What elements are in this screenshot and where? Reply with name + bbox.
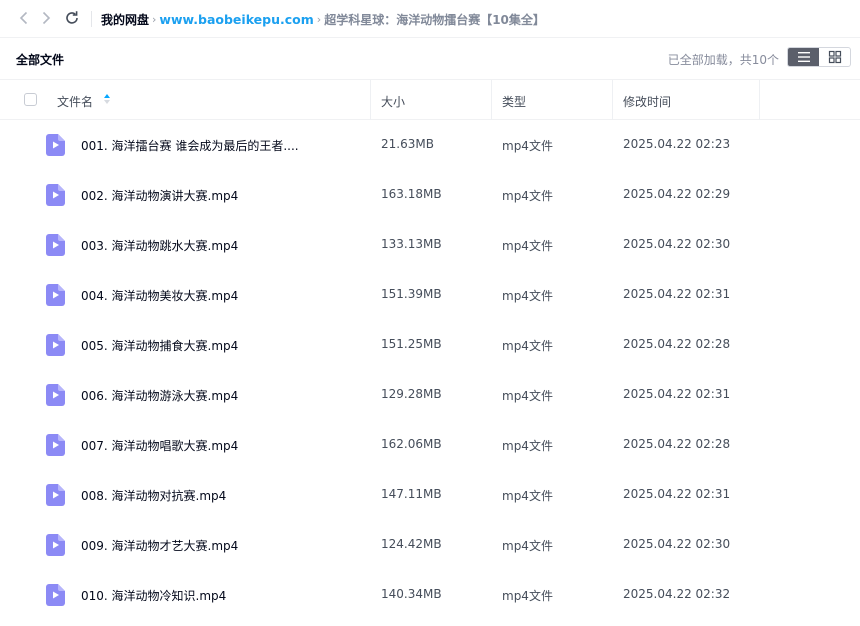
table-row[interactable]: 004. 海洋动物美妆大赛.mp4 151.39MB mp4文件 2025.04.22… [0, 270, 860, 320]
file-name[interactable]: 007. 海洋动物唱歌大赛.mp4 [81, 437, 238, 454]
file-modified: 2025.04.22 02:30 [623, 537, 731, 551]
file-type: mp4文件 [502, 539, 553, 553]
file-modified: 2025.04.22 02:28 [623, 437, 731, 451]
video-file-icon [46, 234, 65, 256]
video-file-icon [46, 534, 65, 556]
breadcrumb-watermark: www.baobeikepu.com [159, 11, 314, 27]
file-modified: 2025.04.22 02:23 [623, 137, 731, 151]
table-row[interactable]: 007. 海洋动物唱歌大赛.mp4 162.06MB mp4文件 2025.04.22… [0, 420, 860, 470]
file-modified: 2025.04.22 02:28 [623, 337, 731, 351]
file-name[interactable]: 003. 海洋动物跳水大赛.mp4 [81, 237, 238, 254]
grid-view-icon [828, 50, 841, 64]
file-name[interactable]: 005. 海洋动物捕食大赛.mp4 [81, 337, 238, 354]
back-button[interactable] [14, 8, 34, 28]
forward-button[interactable] [36, 8, 56, 28]
file-modified: 2025.04.22 02:29 [623, 187, 731, 201]
file-type: mp4文件 [502, 139, 553, 153]
video-file-icon [46, 334, 65, 356]
table-row[interactable]: 001. 海洋擂台赛 谁会成为最后的王者.... 21.63MB mp4文件 2025… [0, 120, 860, 170]
file-name[interactable]: 009. 海洋动物才艺大赛.mp4 [81, 537, 238, 554]
file-size: 151.39MB [381, 287, 442, 301]
video-file-icon [46, 384, 65, 406]
breadcrumb-current: 超学科星球：海洋动物擂台赛【10集全】 [324, 12, 545, 27]
file-type: mp4文件 [502, 189, 553, 203]
file-size: 140.34MB [381, 587, 442, 601]
sort-asc-icon[interactable] [104, 93, 110, 105]
refresh-icon [66, 11, 78, 24]
table-row[interactable]: 010. 海洋动物冷知识.mp4 140.34MB mp4文件 2025.04.22 … [0, 570, 860, 620]
list-view-button[interactable] [788, 48, 819, 66]
file-toolbar: 全部文件 已全部加载，共10个 [0, 38, 860, 78]
list-view-icon [797, 52, 810, 62]
header-size[interactable]: 大小 [381, 93, 405, 110]
chevron-left-icon [19, 11, 28, 25]
page-title: 全部文件 [16, 53, 65, 67]
video-file-icon [46, 434, 65, 456]
file-name[interactable]: 004. 海洋动物美妆大赛.mp4 [81, 287, 238, 304]
file-type: mp4文件 [502, 589, 553, 603]
refresh-button[interactable] [62, 8, 82, 28]
top-bar: 我的网盘 › www.baobeikepu.com › 超学科星球：海洋动物擂台… [0, 0, 860, 38]
file-size: 124.42MB [381, 537, 442, 551]
table-row[interactable]: 005. 海洋动物捕食大赛.mp4 151.25MB mp4文件 2025.04.22… [0, 320, 860, 370]
table-row[interactable]: 002. 海洋动物演讲大赛.mp4 163.18MB mp4文件 2025.04.22… [0, 170, 860, 220]
header-name[interactable]: 文件名 [57, 93, 93, 110]
load-status: 已全部加载，共10个 [667, 53, 779, 67]
file-name[interactable]: 001. 海洋擂台赛 谁会成为最后的王者.... [81, 137, 299, 154]
file-size: 151.25MB [381, 337, 442, 351]
video-file-icon [46, 584, 65, 606]
header-modified[interactable]: 修改时间 [623, 93, 671, 110]
file-size: 21.63MB [381, 137, 434, 151]
video-file-icon [46, 184, 65, 206]
column-divider [491, 80, 492, 120]
table-row[interactable]: 009. 海洋动物才艺大赛.mp4 124.42MB mp4文件 2025.04.22… [0, 520, 860, 570]
file-type: mp4文件 [502, 389, 553, 403]
file-type: mp4文件 [502, 439, 553, 453]
file-size: 162.06MB [381, 437, 442, 451]
file-type: mp4文件 [502, 239, 553, 253]
file-modified: 2025.04.22 02:30 [623, 237, 731, 251]
table-header: 文件名 大小 类型 修改时间 [0, 79, 860, 120]
video-file-icon [46, 284, 65, 306]
column-divider [370, 80, 371, 120]
toolbar-divider [91, 11, 92, 27]
table-row[interactable]: 006. 海洋动物游泳大赛.mp4 129.28MB mp4文件 2025.04.22… [0, 370, 860, 420]
grid-view-button[interactable] [819, 48, 850, 66]
chevron-right-icon [42, 11, 51, 25]
table-row[interactable]: 003. 海洋动物跳水大赛.mp4 133.13MB mp4文件 2025.04.22… [0, 220, 860, 270]
file-modified: 2025.04.22 02:32 [623, 587, 731, 601]
column-divider [612, 80, 613, 120]
file-type: mp4文件 [502, 289, 553, 303]
video-file-icon [46, 484, 65, 506]
file-name[interactable]: 006. 海洋动物游泳大赛.mp4 [81, 387, 238, 404]
file-size: 147.11MB [381, 487, 442, 501]
file-name[interactable]: 008. 海洋动物对抗赛.mp4 [81, 487, 226, 504]
header-type[interactable]: 类型 [502, 93, 526, 110]
breadcrumb-root[interactable]: 我的网盘 [101, 11, 149, 28]
file-size: 129.28MB [381, 387, 442, 401]
file-name[interactable]: 002. 海洋动物演讲大赛.mp4 [81, 187, 238, 204]
column-divider [759, 80, 760, 120]
view-toggle [787, 47, 851, 67]
breadcrumb: 我的网盘 › www.baobeikepu.com › 超学科星球：海洋动物擂台… [101, 10, 545, 28]
file-modified: 2025.04.22 02:31 [623, 487, 731, 501]
video-file-icon [46, 134, 65, 156]
file-size: 133.13MB [381, 237, 442, 251]
select-all-checkbox[interactable] [24, 93, 37, 106]
file-modified: 2025.04.22 02:31 [623, 387, 731, 401]
file-size: 163.18MB [381, 187, 442, 201]
file-name[interactable]: 010. 海洋动物冷知识.mp4 [81, 587, 226, 604]
file-type: mp4文件 [502, 489, 553, 503]
file-type: mp4文件 [502, 339, 553, 353]
table-row[interactable]: 008. 海洋动物对抗赛.mp4 147.11MB mp4文件 2025.04.22 … [0, 470, 860, 520]
file-list: 001. 海洋擂台赛 谁会成为最后的王者.... 21.63MB mp4文件 2025… [0, 120, 860, 620]
breadcrumb-separator-icon: › [152, 12, 157, 26]
file-modified: 2025.04.22 02:31 [623, 287, 731, 301]
breadcrumb-separator-icon: › [316, 12, 322, 26]
